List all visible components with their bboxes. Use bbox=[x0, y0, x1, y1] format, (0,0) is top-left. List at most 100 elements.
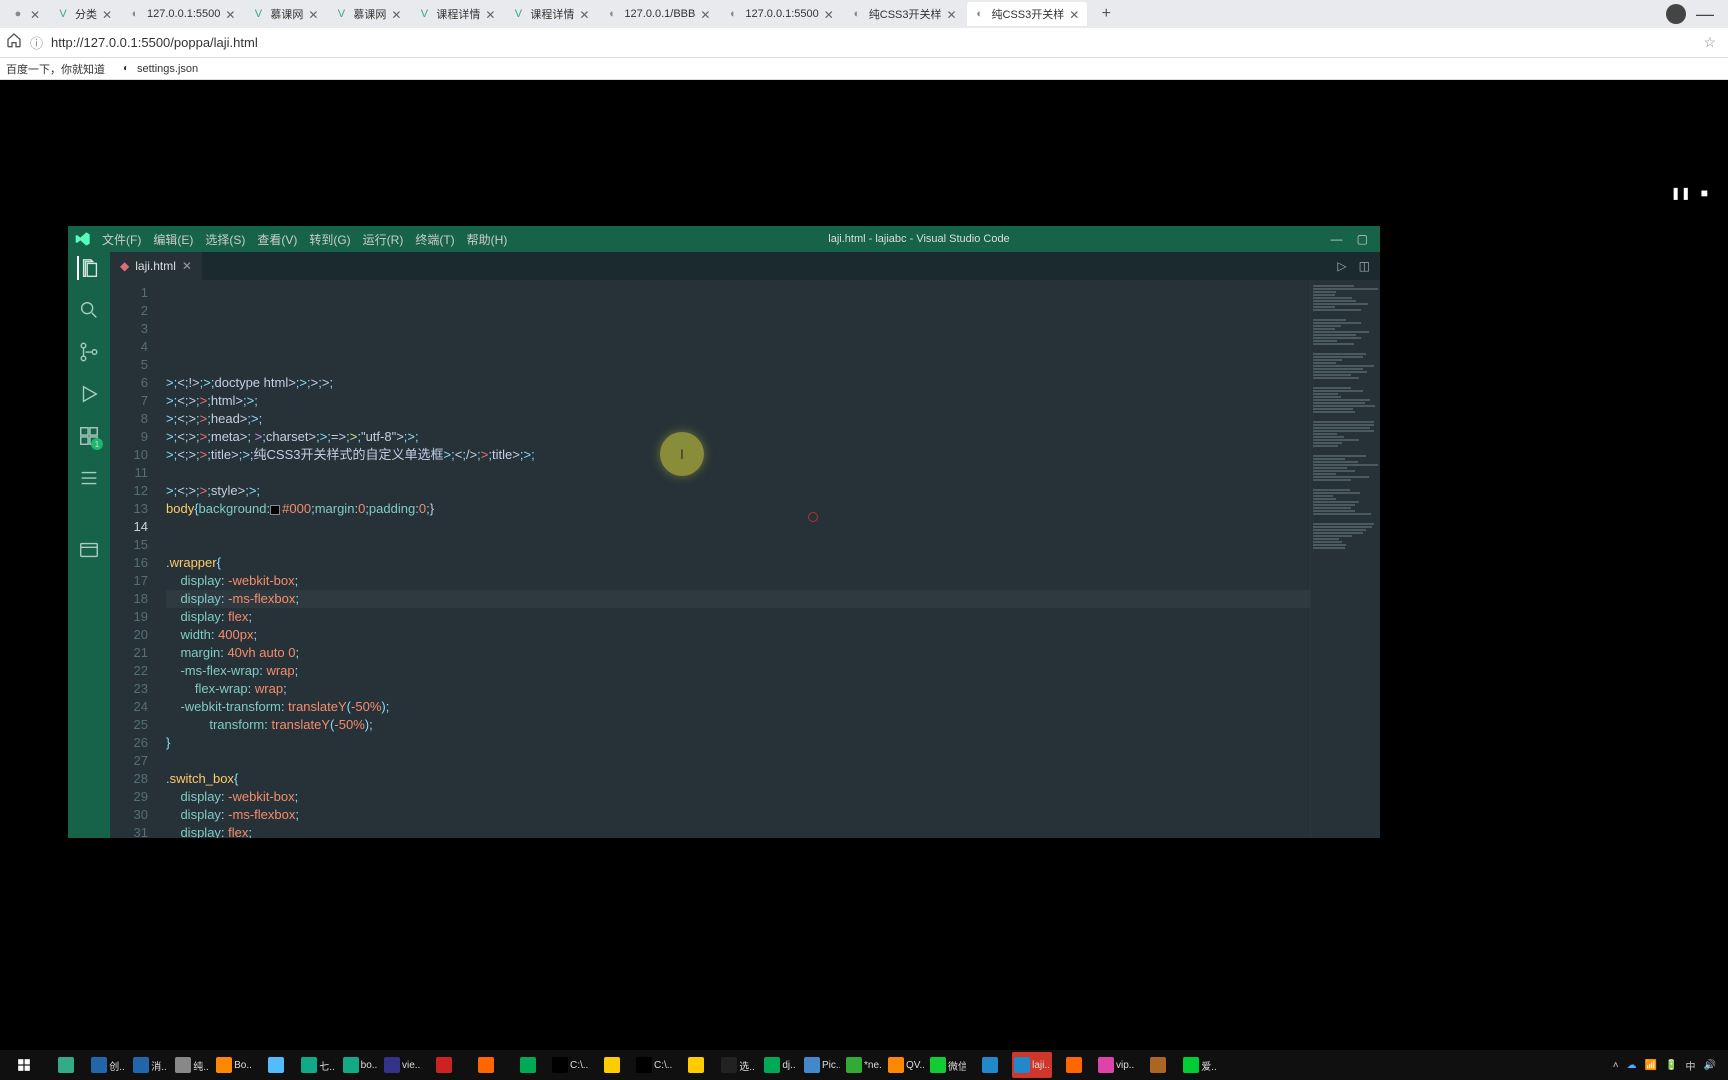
taskbar-item[interactable]: 爱.. bbox=[1180, 1052, 1220, 1078]
menu-item[interactable]: 运行(R) bbox=[363, 231, 404, 248]
taskbar-item[interactable]: QV.. bbox=[886, 1052, 926, 1078]
taskbar-item[interactable]: bo.. bbox=[340, 1052, 380, 1078]
close-icon[interactable]: ✕ bbox=[308, 8, 320, 20]
taskbar-item[interactable]: *ne.. bbox=[844, 1052, 884, 1078]
close-icon[interactable]: ✕ bbox=[947, 8, 959, 20]
code-line[interactable] bbox=[166, 536, 1310, 554]
menu-item[interactable]: 文件(F) bbox=[102, 231, 141, 248]
code-line[interactable]: -ms-flex-wrap: wrap; bbox=[166, 662, 1310, 680]
new-tab-button[interactable]: + bbox=[1096, 5, 1116, 23]
pause-icon[interactable]: ❚❚ bbox=[1671, 186, 1691, 200]
live-preview-icon[interactable] bbox=[77, 538, 101, 562]
taskbar-item[interactable]: 七.. bbox=[298, 1052, 338, 1078]
search-icon[interactable] bbox=[77, 298, 101, 322]
code-line[interactable]: display: flex; bbox=[166, 824, 1310, 838]
source-control-icon[interactable] bbox=[77, 340, 101, 364]
code-line[interactable]: display: flex; bbox=[166, 608, 1310, 626]
bookmark-item[interactable]: 百度一下，你就知道 bbox=[6, 61, 105, 77]
tray-chevron-up-icon[interactable]: ˄ bbox=[1613, 1060, 1619, 1071]
taskbar-item[interactable]: C:\.. bbox=[634, 1052, 674, 1078]
editor-tab[interactable]: ◆ laji.html ✕ bbox=[110, 252, 202, 280]
code-line[interactable]: >;<;>;>;title>;>;纯CSS3开关样式的自定义单选框>;<;/>;… bbox=[166, 446, 1310, 464]
tray-sound-icon[interactable]: 🔊 bbox=[1704, 1060, 1716, 1071]
code-line[interactable]: display: -ms-flexbox; bbox=[166, 590, 1310, 608]
taskbar-item[interactable] bbox=[592, 1052, 632, 1078]
close-icon[interactable]: ✕ bbox=[824, 8, 836, 20]
code-line[interactable]: display: -webkit-box; bbox=[166, 788, 1310, 806]
code-line[interactable]: >;<;>;>;style>;>; bbox=[166, 482, 1310, 500]
menu-item[interactable]: 终端(T) bbox=[415, 231, 454, 248]
taskbar-item[interactable] bbox=[1054, 1052, 1094, 1078]
code-line[interactable] bbox=[166, 752, 1310, 770]
window-maximize-icon[interactable]: ▢ bbox=[1357, 232, 1368, 246]
run-debug-icon[interactable] bbox=[77, 382, 101, 406]
code-line[interactable]: .switch_box{ bbox=[166, 770, 1310, 788]
browser-tab[interactable]: V课程详情✕ bbox=[505, 2, 597, 26]
taskbar-item[interactable] bbox=[424, 1052, 464, 1078]
taskbar-item[interactable]: C:\.. bbox=[550, 1052, 590, 1078]
code-line[interactable]: width: 400px; bbox=[166, 626, 1310, 644]
taskbar-item[interactable]: 创.. bbox=[88, 1052, 128, 1078]
taskbar-item[interactable]: vie.. bbox=[382, 1052, 422, 1078]
code-line[interactable] bbox=[166, 518, 1310, 536]
code-line[interactable]: display: -ms-flexbox; bbox=[166, 806, 1310, 824]
stop-icon[interactable]: ■ bbox=[1701, 186, 1708, 200]
tray-onedrive-icon[interactable]: ☁ bbox=[1627, 1060, 1637, 1071]
taskbar-item[interactable]: dj.. bbox=[760, 1052, 800, 1078]
taskbar-item[interactable]: Pic.. bbox=[802, 1052, 842, 1078]
code-line[interactable]: .wrapper{ bbox=[166, 554, 1310, 572]
taskbar-item[interactable] bbox=[970, 1052, 1010, 1078]
tray-ime-icon[interactable]: 中 bbox=[1686, 1058, 1696, 1073]
window-minimize-icon[interactable]: — bbox=[1696, 4, 1714, 25]
code-line[interactable]: >;<;!>;>;doctype html>;>;>;>; bbox=[166, 374, 1310, 392]
close-icon[interactable]: ✕ bbox=[485, 8, 497, 20]
taskbar-item[interactable] bbox=[508, 1052, 548, 1078]
code-line[interactable]: } bbox=[166, 734, 1310, 752]
close-icon[interactable]: ✕ bbox=[579, 8, 591, 20]
close-icon[interactable]: ✕ bbox=[102, 8, 114, 20]
browser-tab[interactable]: ◐纯CSS3开关样✕ bbox=[967, 2, 1088, 26]
browser-tab[interactable]: V课程详情✕ bbox=[411, 2, 503, 26]
code-line[interactable]: transform: translateY(-50%); bbox=[166, 716, 1310, 734]
split-editor-icon[interactable]: ◫ bbox=[1359, 259, 1370, 273]
tray-battery-icon[interactable]: 🔋 bbox=[1665, 1060, 1677, 1071]
code-line[interactable]: display: -webkit-box; bbox=[166, 572, 1310, 590]
home-icon[interactable] bbox=[6, 32, 22, 53]
code-line[interactable]: >;<;>;>;html>;>; bbox=[166, 392, 1310, 410]
taskbar-item[interactable] bbox=[466, 1052, 506, 1078]
taskbar-item[interactable]: 选.. bbox=[718, 1052, 758, 1078]
run-icon[interactable]: ▷ bbox=[1337, 259, 1346, 273]
bookmark-star-icon[interactable]: ☆ bbox=[1703, 34, 1716, 51]
code-editor[interactable]: 1234567891011121314151617181920212223242… bbox=[110, 280, 1380, 838]
code-line[interactable] bbox=[166, 356, 1310, 374]
close-icon[interactable]: ✕ bbox=[225, 8, 237, 20]
explorer-icon[interactable] bbox=[77, 256, 101, 280]
taskbar-item[interactable]: 纯.. bbox=[172, 1052, 212, 1078]
code-line[interactable]: body{background:#000;margin:0;padding:0;… bbox=[166, 500, 1310, 518]
browser-tab[interactable]: ◐127.0.0.1:5500✕ bbox=[122, 2, 243, 26]
close-icon[interactable]: ✕ bbox=[391, 8, 403, 20]
code-content[interactable]: I >;<;!>;>;doctype html>;>;>;>;>;<;>;>;h… bbox=[160, 280, 1310, 838]
code-line[interactable]: flex-wrap: wrap; bbox=[166, 680, 1310, 698]
window-minimize-icon[interactable]: — bbox=[1331, 232, 1343, 246]
browser-tab[interactable]: ◐纯CSS3开关样✕ bbox=[844, 2, 965, 26]
taskbar-item[interactable] bbox=[676, 1052, 716, 1078]
close-icon[interactable]: ✕ bbox=[182, 259, 192, 273]
taskbar-item[interactable] bbox=[256, 1052, 296, 1078]
start-button[interactable] bbox=[4, 1052, 44, 1078]
close-icon[interactable]: ✕ bbox=[1069, 8, 1081, 20]
taskbar-item[interactable]: Bo.. bbox=[214, 1052, 254, 1078]
url-text[interactable]: http://127.0.0.1:5500/poppa/laji.html bbox=[51, 35, 1695, 50]
vscode-titlebar[interactable]: 文件(F)编辑(E)选择(S)查看(V)转到(G)运行(R)终端(T)帮助(H)… bbox=[68, 226, 1380, 252]
taskbar-item[interactable] bbox=[1138, 1052, 1178, 1078]
browser-tab[interactable]: V分类✕ bbox=[50, 2, 120, 26]
menu-item[interactable]: 选择(S) bbox=[205, 231, 245, 248]
browser-tab[interactable]: ●✕ bbox=[5, 2, 48, 26]
taskbar-item[interactable]: laji.. bbox=[1012, 1052, 1052, 1078]
browser-tab[interactable]: V慕课网✕ bbox=[328, 2, 409, 26]
taskbar-item[interactable]: 微信 bbox=[928, 1052, 968, 1078]
code-line[interactable]: -webkit-transform: translateY(-50%); bbox=[166, 698, 1310, 716]
menu-item[interactable]: 转到(G) bbox=[309, 231, 350, 248]
code-line[interactable]: >;<;>;>;meta>; >;charset>;>;=>;>;"utf-8"… bbox=[166, 428, 1310, 446]
close-icon[interactable]: ✕ bbox=[700, 8, 712, 20]
